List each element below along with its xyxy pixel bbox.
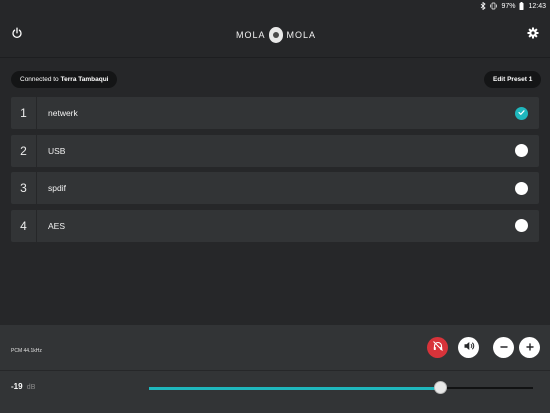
source-row-netwerk[interactable]: 1 netwerk xyxy=(11,97,539,129)
volume-down-button[interactable] xyxy=(493,337,514,358)
volume-unit: dB xyxy=(26,384,36,391)
battery-percent: 97% xyxy=(501,2,516,10)
plus-icon xyxy=(525,339,535,357)
battery-icon xyxy=(519,2,524,10)
power-button[interactable] xyxy=(7,25,27,45)
volume-slider-fill xyxy=(149,386,441,390)
source-label: AES xyxy=(48,220,66,231)
source-list: 1 netwerk 2 USB 3 spdif 4 AES xyxy=(11,97,539,247)
power-icon xyxy=(11,26,23,44)
edit-preset-label: Edit Preset 1 xyxy=(493,76,533,83)
source-row-usb[interactable]: 2 USB xyxy=(11,134,539,167)
connection-prefix: Connected to xyxy=(20,76,59,83)
volume-readout: -19 dB xyxy=(11,382,35,391)
source-number: 1 xyxy=(11,97,37,129)
status-bar: 97% 12:43 xyxy=(0,0,550,12)
source-row-aes[interactable]: 4 AES xyxy=(11,209,539,242)
logo-right-word: MOLA xyxy=(286,30,316,40)
minus-icon xyxy=(499,339,509,357)
player-panel: PCM 44.1kHz -19 dB xyxy=(0,325,550,413)
volume-up-button[interactable] xyxy=(519,337,540,358)
gear-icon xyxy=(527,26,539,44)
source-label: netwerk xyxy=(48,108,78,118)
volume-slider[interactable] xyxy=(149,381,533,394)
settings-button[interactable] xyxy=(523,25,543,45)
speaker-icon xyxy=(463,339,475,357)
source-radio[interactable] xyxy=(515,181,528,195)
source-number: 3 xyxy=(11,172,37,204)
source-label: USB xyxy=(48,145,66,156)
volume-slider-thumb[interactable] xyxy=(434,381,448,394)
mute-button[interactable] xyxy=(458,337,479,358)
source-number: 2 xyxy=(11,134,37,167)
logo-mark xyxy=(268,27,284,43)
source-row-spdif[interactable]: 3 spdif xyxy=(11,172,539,204)
source-radio[interactable] xyxy=(515,144,528,157)
volume-value: -19 xyxy=(11,382,23,391)
connection-status: Connected to Terra Tambaqui xyxy=(11,71,118,88)
audio-format: PCM 44.1kHz xyxy=(11,348,42,354)
logo-left-word: MOLA xyxy=(236,30,266,40)
source-radio[interactable] xyxy=(515,219,528,232)
phase-invert-icon xyxy=(432,339,444,357)
bluetooth-icon xyxy=(480,2,487,10)
brand-logo: MOLA MOLA xyxy=(236,25,316,45)
source-number: 4 xyxy=(11,209,37,242)
vibrate-icon xyxy=(490,2,498,10)
phase-invert-button[interactable] xyxy=(427,337,448,358)
edit-preset-button[interactable]: Edit Preset 1 xyxy=(484,71,542,88)
source-label: spdif xyxy=(48,183,66,193)
connection-device-name: Terra Tambaqui xyxy=(60,76,109,83)
panel-divider xyxy=(0,370,550,371)
source-radio-selected[interactable] xyxy=(515,104,528,122)
app-bar: MOLA MOLA xyxy=(0,12,550,58)
clock: 12:43 xyxy=(528,2,546,10)
check-icon xyxy=(517,104,526,122)
